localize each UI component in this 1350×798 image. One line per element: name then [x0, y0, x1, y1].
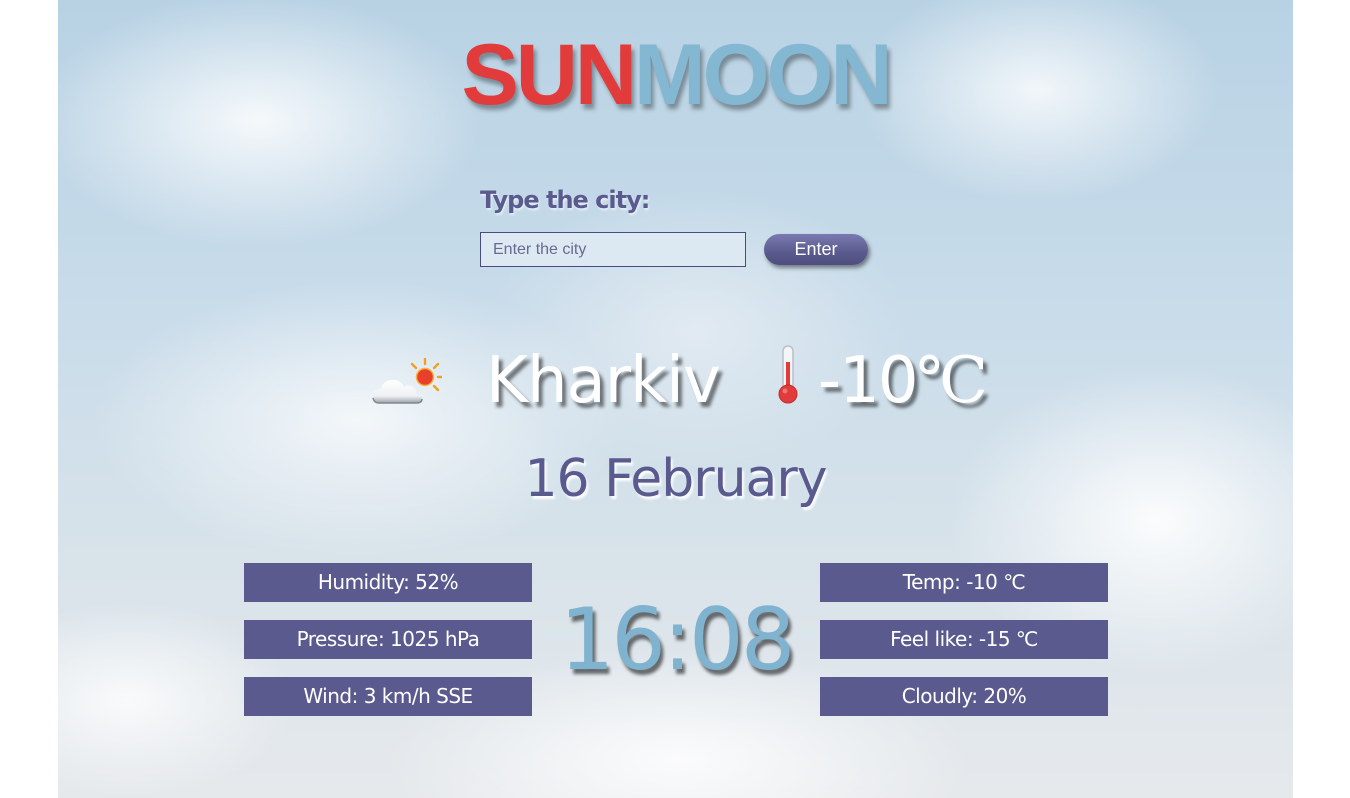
partly-cloudy-icon	[372, 358, 442, 404]
current-temperature: -10℃	[818, 338, 989, 424]
temperature-value: -10	[818, 344, 919, 418]
weather-page: SUNMOON Type the city: Enter the city En…	[58, 0, 1293, 798]
current-time: 16:08	[559, 590, 796, 690]
logo-moon-text: MOON	[634, 27, 893, 123]
search-label: Type the city:	[480, 186, 650, 214]
temperature-unit: ℃	[916, 344, 989, 418]
wind-stat: Wind: 3 km/h SSE	[244, 677, 532, 716]
enter-button[interactable]: Enter	[764, 234, 868, 265]
logo-sun-text: SUN	[461, 27, 637, 123]
temp-stat: Temp: -10 ℃	[820, 563, 1108, 602]
current-weather: Kharkiv -10℃	[58, 330, 1293, 430]
city-search-input[interactable]	[480, 232, 746, 267]
feels-like-stat: Feel like: -15 ℃	[820, 620, 1108, 659]
current-date: 16 February	[524, 449, 827, 509]
city-name: Kharkiv	[486, 344, 721, 418]
cloudiness-stat: Cloudly: 20%	[820, 677, 1108, 716]
humidity-stat: Humidity: 52%	[244, 563, 532, 602]
thermometer-icon	[778, 345, 798, 404]
pressure-stat: Pressure: 1025 hPa	[244, 620, 532, 659]
app-logo: SUNMOON	[58, 30, 1293, 120]
